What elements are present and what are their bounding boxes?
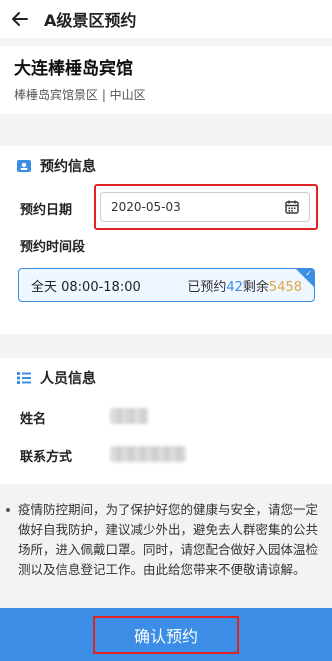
phone-label: 联系方式: [20, 450, 73, 465]
bullet-dot: [6, 508, 10, 512]
back-button[interactable]: [0, 0, 40, 38]
venue-location: 棒棰岛宾馆景区 | 中山区: [14, 88, 146, 102]
name-value-redacted: [110, 408, 148, 424]
top-bar: A级景区预约: [0, 0, 332, 38]
booking-section: 预约信息 预约日期 2020-05-03 预约时间段 全天 08:00-18:0…: [0, 146, 332, 334]
calendar-icon: [285, 200, 299, 214]
person-section: 人员信息 姓名 联系方式: [0, 358, 332, 484]
epidemic-notice: 疫情防控期间，为了保护好您的健康与安全，请您一定做好自我防护，建议减少外出，避免…: [0, 500, 332, 580]
booking-section-title: 预约信息: [40, 159, 96, 175]
venue-card: 大连棒棰岛宾馆 棒棰岛宾馆景区 | 中山区: [0, 46, 332, 114]
booking-card-icon: [17, 160, 31, 172]
time-slot-option[interactable]: 全天 08:00-18:00 已预约42剩余5458 ✓: [18, 268, 315, 302]
name-label: 姓名: [20, 412, 47, 427]
time-slot-label: 预约时间段: [20, 240, 86, 255]
check-icon: ✓: [305, 269, 312, 278]
footer-bar: 确认预约: [0, 608, 332, 661]
date-picker[interactable]: 2020-05-03: [100, 192, 310, 222]
person-section-header: 人员信息: [0, 358, 332, 398]
phone-value-redacted: [110, 446, 186, 462]
date-value: 2020-05-03: [111, 200, 181, 214]
person-section-title: 人员信息: [40, 371, 96, 387]
venue-name: 大连棒棰岛宾馆: [14, 59, 133, 79]
list-icon: [17, 372, 31, 384]
date-label: 预约日期: [20, 203, 73, 218]
booked-count: 42: [226, 279, 243, 295]
arrow-left-icon: [12, 12, 28, 26]
slot-stats: 已预约42剩余5458: [187, 276, 302, 295]
notice-text: 疫情防控期间，为了保护好您的健康与安全，请您一定做好自我防护，建议减少外出，避免…: [18, 502, 319, 577]
slot-time: 全天 08:00-18:00: [31, 279, 141, 295]
booked-prefix: 已预约: [187, 279, 227, 295]
left-prefix: 剩余: [242, 279, 269, 295]
confirm-booking-button[interactable]: 确认预约: [93, 615, 239, 654]
page-title: A级景区预约: [44, 11, 137, 30]
booking-section-header: 预约信息: [0, 146, 332, 186]
